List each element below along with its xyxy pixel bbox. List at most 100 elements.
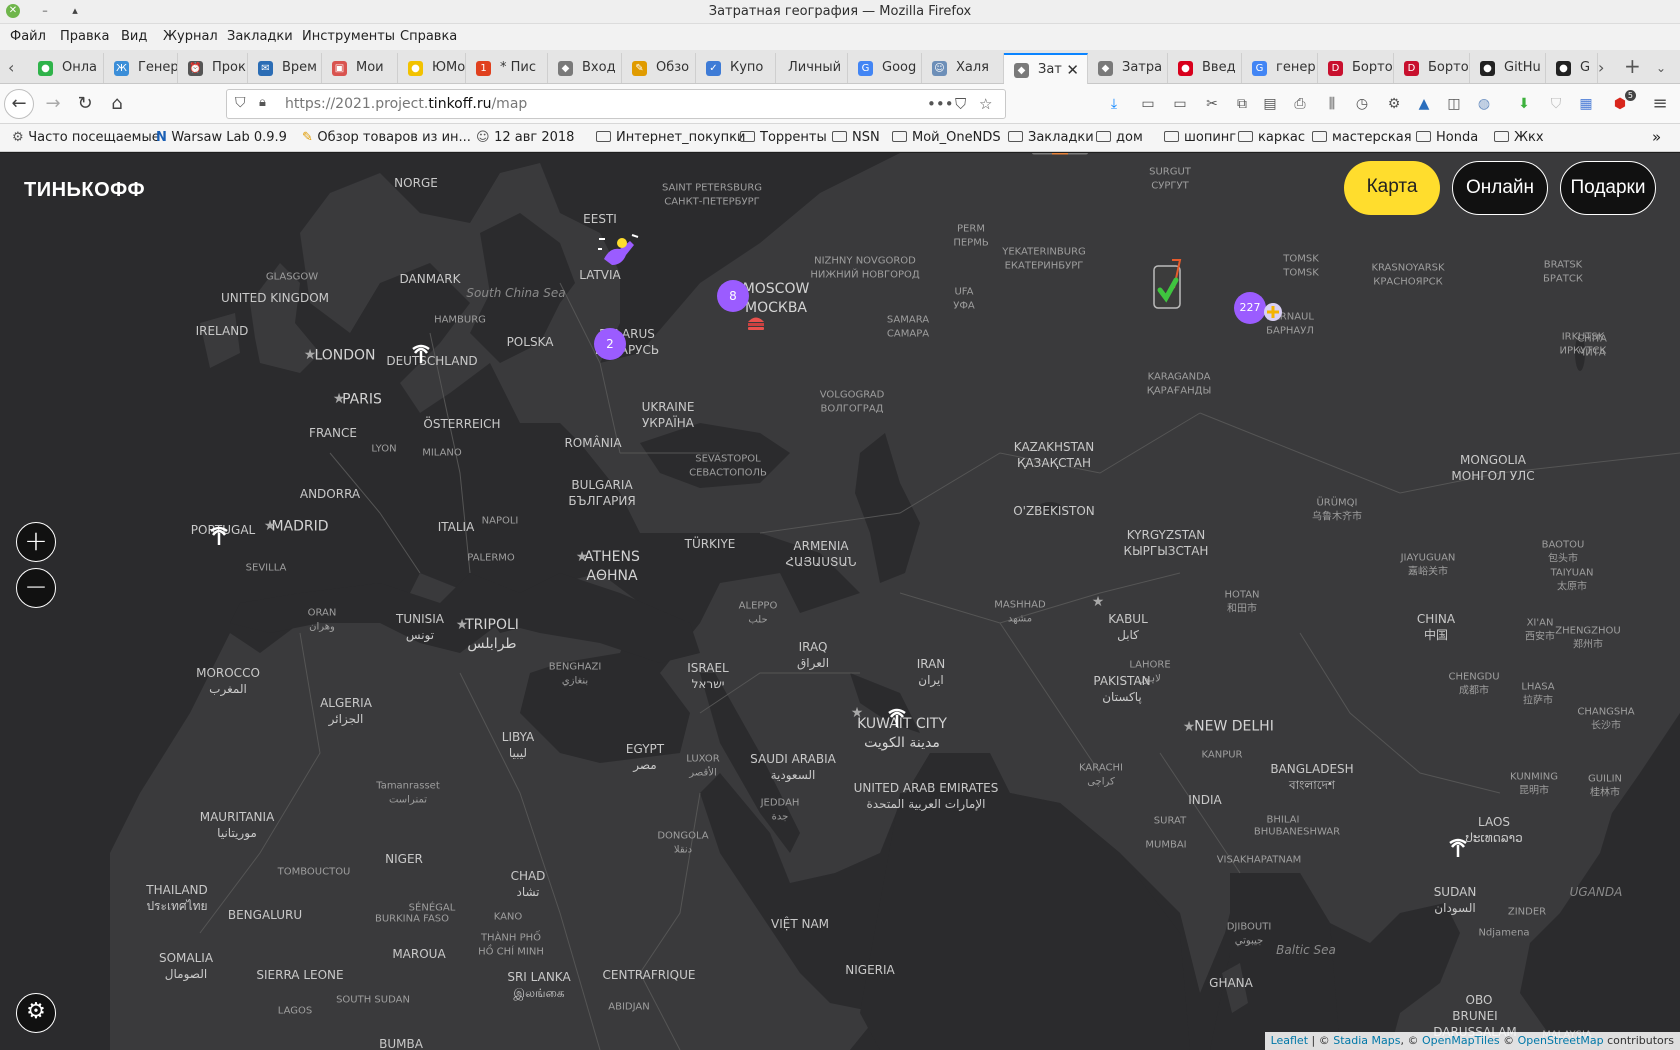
palm-tree-marker-icon[interactable]	[885, 705, 909, 733]
drink-glass-marker-icon[interactable]	[1150, 258, 1186, 316]
bookmark-item[interactable]: N Warsaw Lab 0.9.9	[156, 130, 287, 145]
bookmark-item[interactable]: ✎ Обзор товаров из ин...	[302, 130, 471, 145]
folder-up-icon[interactable]: ▭	[1138, 94, 1158, 114]
nav-map-button[interactable]: Карта	[1344, 161, 1440, 215]
menu-history[interactable]: Журнал	[163, 29, 218, 44]
copy-icon[interactable]: ⧉	[1232, 94, 1252, 114]
menu-view[interactable]: Вид	[121, 29, 147, 44]
traveler-marker-icon[interactable]	[596, 231, 640, 275]
pocket-icon[interactable]: ⛉	[955, 95, 966, 113]
bookmark-item[interactable]: ⚙ Часто посещаемые	[12, 130, 160, 145]
bookmark-item[interactable]: Honda	[1416, 130, 1478, 145]
browser-tab[interactable]: 1 * Пис	[466, 53, 548, 83]
extension-shield-icon[interactable]: ⛉	[1546, 94, 1566, 114]
back-button[interactable]: ←	[4, 89, 34, 119]
browser-tab[interactable]: ● G	[1546, 53, 1598, 83]
browser-tab[interactable]: ✓ Купо	[696, 53, 776, 83]
palm-tree-marker-icon[interactable]	[207, 523, 231, 551]
burger-marker-icon[interactable]	[746, 315, 766, 335]
cut-icon[interactable]: ✂	[1202, 94, 1222, 114]
extension-gift-icon[interactable]: ▦	[1576, 94, 1596, 114]
browser-tab[interactable]: ◆ Вход	[548, 53, 622, 83]
history-icon[interactable]: ◷	[1352, 94, 1372, 114]
zoom-out-button[interactable]: −	[16, 568, 56, 608]
browser-tab[interactable]: ⏰ Прок	[178, 53, 248, 83]
settings-gear-icon[interactable]: ⚙	[1384, 94, 1404, 114]
tab-close-icon[interactable]: ✕	[1066, 55, 1079, 84]
bookmark-item[interactable]: Мой_OneNDS	[892, 130, 1001, 145]
adblock-icon[interactable]: ⬢ 5	[1610, 90, 1636, 114]
address-bar[interactable]: ⛉ 🔒︎ https://2021.project.tinkoff.ru/map…	[226, 89, 1006, 119]
bookmark-item[interactable]: ☺ 12 авг 2018	[476, 130, 574, 145]
extension-download-icon[interactable]: ⬇	[1514, 94, 1534, 114]
browser-tab[interactable]: D Борто	[1318, 53, 1394, 83]
browser-tab[interactable]: Gгенер	[1242, 53, 1318, 83]
browser-tab[interactable]: D Борто	[1394, 53, 1470, 83]
attribution-stadia-link[interactable]: Stadia Maps	[1333, 1034, 1400, 1047]
browser-tab[interactable]: Личный	[776, 53, 848, 83]
page-actions-icon[interactable]: •••	[927, 95, 954, 113]
downloads-icon[interactable]: ⤓	[1104, 94, 1124, 114]
bookmark-item[interactable]: шопинг	[1164, 130, 1236, 145]
nav-gifts-button[interactable]: Подарки	[1560, 161, 1656, 215]
attribution-osm-link[interactable]: OpenStreetMap	[1518, 1034, 1604, 1047]
bookmarks-overflow-icon[interactable]: »	[1652, 128, 1661, 146]
browser-tab[interactable]: ✎ Обзо	[622, 53, 696, 83]
cluster-marker-moscow[interactable]: 8	[717, 280, 749, 312]
home-button[interactable]: ⌂	[104, 91, 130, 117]
tabs-scroll-right-icon[interactable]: ›	[1598, 58, 1604, 77]
browser-tab[interactable]: ● ЮМо	[398, 53, 466, 83]
library-icon[interactable]: ⫼	[1322, 94, 1342, 114]
new-tab-icon[interactable]: +	[1624, 54, 1641, 78]
menu-help[interactable]: Справка	[400, 29, 457, 44]
bookmark-item[interactable]: Жкх	[1494, 130, 1544, 145]
zoom-in-button[interactable]: +	[16, 522, 56, 562]
palm-tree-marker-icon[interactable]	[1446, 835, 1470, 863]
reload-button[interactable]: ↻	[72, 91, 98, 117]
browser-tab[interactable]: ● Введ	[1168, 53, 1242, 83]
extension-drive-icon[interactable]: ▲	[1414, 94, 1434, 114]
extension-globe-icon[interactable]: ◍	[1474, 94, 1494, 114]
hamburger-menu-icon[interactable]: ≡	[1650, 94, 1670, 114]
browser-tab[interactable]: ● Онла	[28, 53, 104, 83]
url-text[interactable]: https://2021.project.tinkoff.ru/map	[285, 96, 527, 112]
tabs-scroll-left-icon[interactable]: ‹	[8, 58, 14, 77]
site-logo[interactable]: ТИНЬКОФФ	[24, 179, 145, 202]
cluster-marker-belarus[interactable]: 2	[594, 328, 626, 360]
menu-file[interactable]: Файл	[10, 29, 46, 44]
bookmark-star-icon[interactable]: ☆	[979, 95, 992, 113]
print-icon[interactable]: ⎙	[1290, 94, 1310, 114]
browser-tab[interactable]: ✉ Врем	[248, 53, 322, 83]
browser-tab[interactable]: ◆ Зат ✕	[1004, 53, 1088, 84]
bookmark-item[interactable]: дом	[1096, 130, 1143, 145]
attribution-leaflet-link[interactable]: Leaflet	[1271, 1034, 1308, 1047]
browser-tab[interactable]: ▣ Мои	[322, 53, 398, 83]
forward-button[interactable]: →	[40, 91, 66, 117]
bookmark-item[interactable]: мастерская	[1312, 130, 1412, 145]
partial-marker-icon[interactable]	[1032, 153, 1088, 161]
bookmark-item[interactable]: Торренты	[740, 130, 827, 145]
tracking-shield-icon[interactable]: ⛉	[235, 95, 246, 111]
browser-tab[interactable]: ● GitHu	[1470, 53, 1546, 83]
gift-marker-icon[interactable]	[1262, 301, 1284, 327]
nav-online-button[interactable]: Онлайн	[1452, 161, 1548, 215]
paste-icon[interactable]: ▤	[1260, 94, 1280, 114]
sidebar-icon[interactable]: ◫	[1444, 94, 1464, 114]
browser-tab[interactable]: Ж Генер	[104, 53, 178, 83]
palm-tree-marker-icon[interactable]	[409, 341, 433, 369]
map-settings-gear-icon[interactable]: ⚙	[16, 993, 56, 1033]
bookmark-item[interactable]: каркас	[1238, 130, 1305, 145]
folder-icon[interactable]: ▭	[1170, 94, 1190, 114]
attribution-omt-link[interactable]: OpenMapTiles	[1422, 1034, 1500, 1047]
browser-tab[interactable]: ◆ Затра	[1088, 53, 1168, 83]
menu-bookmarks[interactable]: Закладки	[227, 29, 293, 44]
menu-edit[interactable]: Правка	[60, 29, 109, 44]
menu-tools[interactable]: Инструменты	[302, 29, 395, 44]
bookmark-item[interactable]: Интернет_покупки	[596, 130, 745, 145]
browser-tab[interactable]: ☺ Халя	[922, 53, 1004, 83]
bookmark-item[interactable]: Закладки	[1008, 130, 1094, 145]
tab-list-icon[interactable]: ⌄	[1656, 61, 1666, 75]
map-canvas[interactable]: NORGE SAINT PETERSBURG САНКТ-ПЕТЕРБУРГ SURG…	[0, 153, 1680, 1050]
browser-tab[interactable]: G Goog	[848, 53, 922, 83]
bookmark-item[interactable]: NSN	[832, 130, 880, 145]
